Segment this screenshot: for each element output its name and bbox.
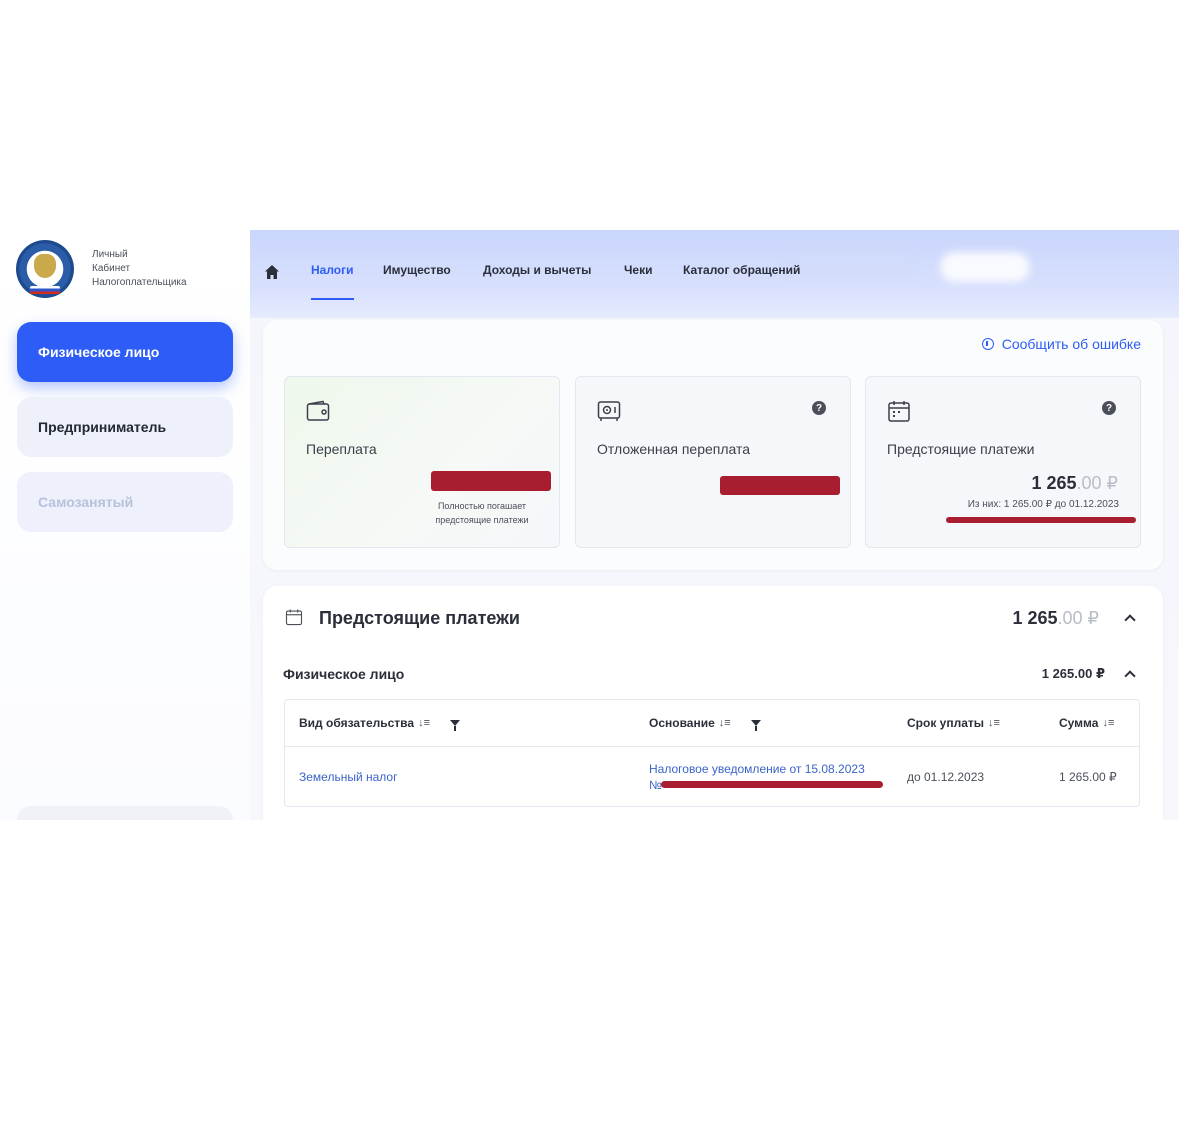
card-note: Полностью погашает предстоящие платежи bbox=[435, 501, 529, 525]
redacted-amount bbox=[431, 471, 551, 491]
amount-integer: 1 265 bbox=[1012, 608, 1058, 628]
summary-panel: Сообщить об ошибке Переплата Полностью п… bbox=[263, 320, 1163, 570]
deferred-overpayment-card[interactable]: ? Отложенная переплата bbox=[575, 376, 851, 548]
section-amount: 1 265.00 ₽ bbox=[1012, 608, 1099, 629]
card-label: Отложенная переплата bbox=[597, 441, 751, 457]
fns-emblem-icon bbox=[16, 240, 74, 298]
app-window: Личный Кабинет Налогоплательщика Физичес… bbox=[0, 230, 1179, 820]
safe-icon bbox=[597, 401, 621, 421]
chevron-up-icon[interactable] bbox=[1124, 614, 1136, 626]
wallet-icon bbox=[306, 400, 330, 421]
amount-decimal: .00 ₽ bbox=[1076, 473, 1118, 493]
group-title: Физическое лицо bbox=[283, 666, 405, 682]
card-label: Предстоящие платежи bbox=[887, 441, 1035, 457]
logo[interactable]: Личный Кабинет Налогоплательщика bbox=[16, 240, 187, 298]
blurred-area bbox=[940, 252, 1030, 282]
upcoming-payments-panel: Предстоящие платежи 1 265.00 ₽ Физическо… bbox=[263, 586, 1163, 820]
active-tab-indicator bbox=[311, 298, 354, 300]
redacted-number bbox=[661, 781, 883, 788]
sidebar-bottom-card bbox=[17, 806, 233, 820]
info-icon bbox=[981, 338, 994, 350]
column-label: Вид обязательства bbox=[299, 716, 415, 730]
logo-line-1: Личный bbox=[92, 249, 128, 260]
column-header-type[interactable]: Вид обязательства ↓≡ bbox=[299, 716, 460, 731]
help-icon[interactable]: ? bbox=[812, 401, 826, 415]
sidebar-item-individual[interactable]: Физическое лицо bbox=[17, 322, 233, 382]
sidebar-item-label: Предприниматель bbox=[38, 419, 167, 435]
row-divider bbox=[285, 746, 1139, 747]
sidebar-item-self-employed[interactable]: Самозанятый bbox=[17, 472, 233, 532]
sort-icon[interactable]: ↓≡ bbox=[1102, 717, 1114, 729]
help-icon[interactable]: ? bbox=[1102, 401, 1116, 415]
blurred-area bbox=[790, 254, 910, 276]
sort-icon[interactable]: ↓≡ bbox=[719, 717, 731, 729]
sidebar: Личный Кабинет Налогоплательщика Физичес… bbox=[0, 230, 250, 820]
tab-property[interactable]: Имущество bbox=[383, 263, 451, 277]
group-amount: 1 265.00 ₽ bbox=[1041, 666, 1105, 681]
tab-income-deductions[interactable]: Доходы и вычеты bbox=[483, 263, 591, 277]
home-icon[interactable] bbox=[264, 264, 280, 280]
column-header-basis[interactable]: Основание ↓≡ bbox=[649, 716, 761, 731]
sidebar-item-entrepreneur[interactable]: Предприниматель bbox=[17, 397, 233, 457]
column-label: Основание bbox=[649, 716, 715, 730]
upcoming-breakdown: Из них: 1 265.00 ₽ до 01.12.2023 bbox=[967, 499, 1119, 510]
column-label: Сумма bbox=[1059, 716, 1099, 730]
basis-link[interactable]: Налоговое уведомление от 15.08.2023 bbox=[649, 762, 865, 776]
sort-icon[interactable]: ↓≡ bbox=[988, 717, 1000, 729]
sort-icon[interactable]: ↓≡ bbox=[418, 717, 430, 729]
overpayment-card[interactable]: Переплата Полностью погашает предстоящие… bbox=[284, 376, 560, 548]
tab-requests-catalog[interactable]: Каталог обращений bbox=[683, 263, 800, 277]
report-error-label: Сообщить об ошибке bbox=[1001, 336, 1141, 352]
tab-taxes[interactable]: Налоги bbox=[311, 263, 354, 277]
calendar-icon bbox=[888, 401, 910, 422]
redacted-amount bbox=[720, 476, 840, 495]
logo-line-3: Налогоплательщика bbox=[92, 277, 187, 288]
report-error-link[interactable]: Сообщить об ошибке bbox=[981, 336, 1141, 352]
payment-sum: 1 265.00 ₽ bbox=[1059, 770, 1117, 784]
redacted-line bbox=[946, 517, 1136, 523]
column-header-sum[interactable]: Сумма ↓≡ bbox=[1059, 716, 1114, 730]
upcoming-amount: 1 265.00 ₽ bbox=[1031, 473, 1118, 494]
column-label: Срок уплаты bbox=[907, 716, 985, 730]
upcoming-payments-card[interactable]: ? Предстоящие платежи 1 265.00 ₽ Из них:… bbox=[865, 376, 1141, 548]
top-navigation: Налоги Имущество Доходы и вычеты Чеки Ка… bbox=[250, 230, 1179, 318]
calendar-icon bbox=[285, 609, 303, 626]
chevron-up-icon[interactable] bbox=[1124, 670, 1136, 682]
sidebar-item-label: Самозанятый bbox=[38, 494, 134, 510]
card-label: Переплата bbox=[306, 441, 377, 457]
payments-table: Вид обязательства ↓≡ Основание ↓≡ Срок у… bbox=[284, 699, 1140, 807]
filter-icon[interactable] bbox=[750, 720, 761, 731]
basis-number[interactable]: № bbox=[649, 778, 662, 792]
tab-receipts[interactable]: Чеки bbox=[624, 263, 653, 277]
tax-type-link[interactable]: Земельный налог bbox=[299, 770, 397, 784]
column-header-due[interactable]: Срок уплаты ↓≡ bbox=[907, 716, 1000, 730]
logo-text: Личный Кабинет Налогоплательщика bbox=[92, 248, 187, 290]
amount-decimal: .00 ₽ bbox=[1057, 608, 1099, 628]
filter-icon[interactable] bbox=[449, 720, 460, 731]
due-date: до 01.12.2023 bbox=[907, 770, 985, 784]
sidebar-item-label: Физическое лицо bbox=[38, 344, 160, 360]
logo-line-2: Кабинет bbox=[92, 263, 131, 274]
amount-integer: 1 265 bbox=[1031, 473, 1077, 493]
section-title: Предстоящие платежи bbox=[319, 608, 520, 628]
